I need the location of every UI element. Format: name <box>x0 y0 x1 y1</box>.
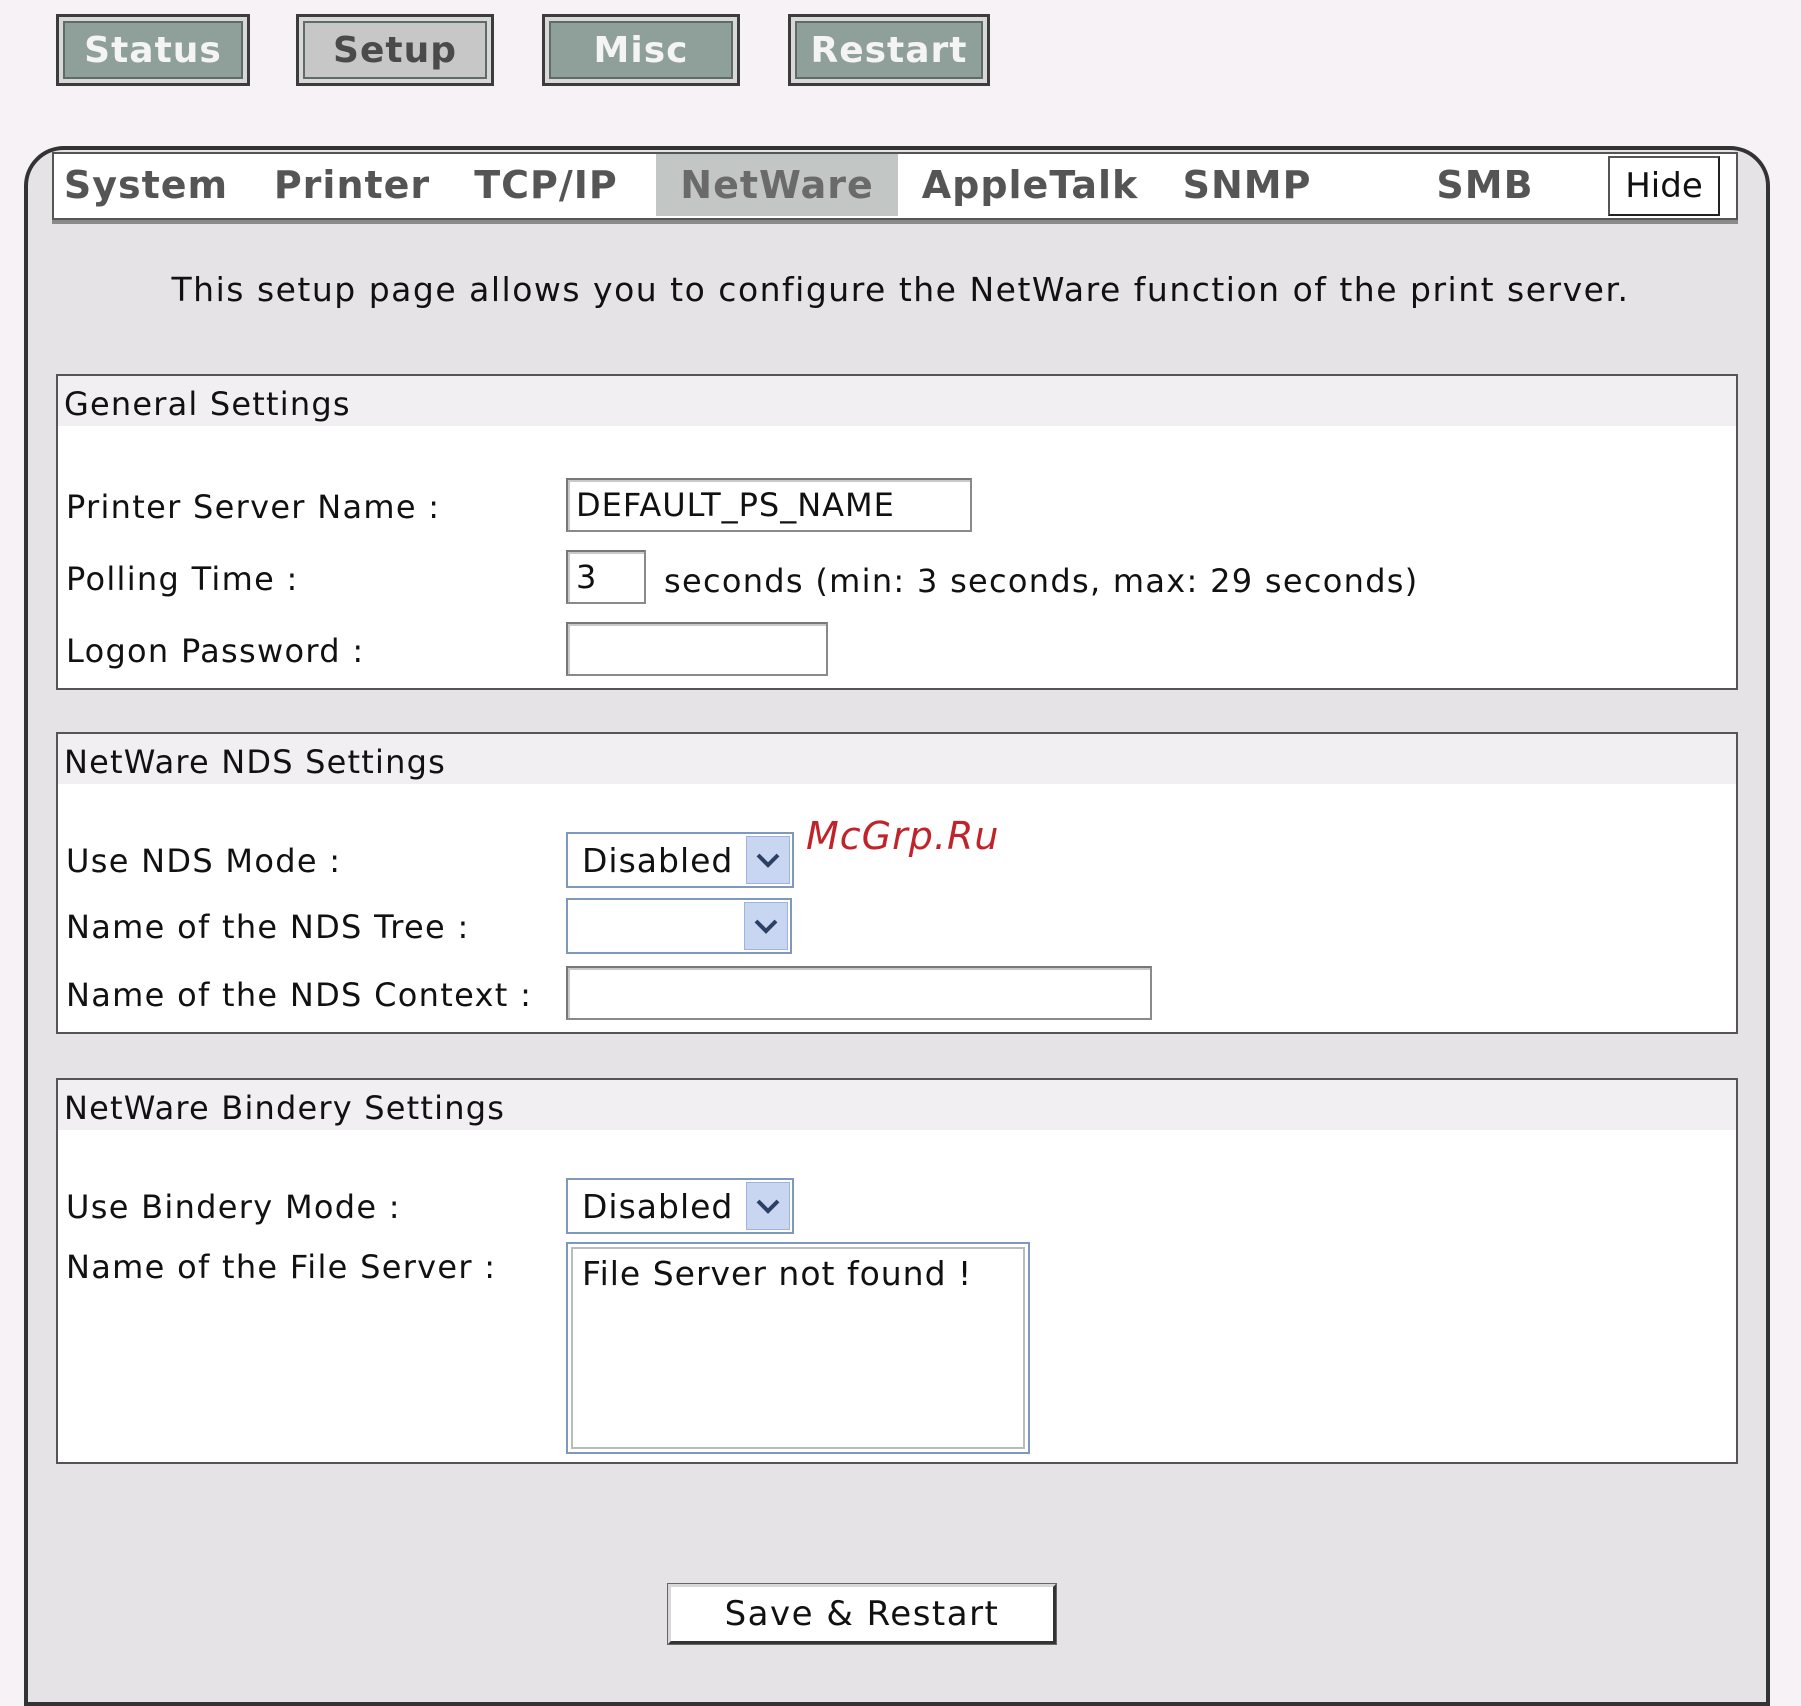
nav-restart-button[interactable]: Restart <box>788 14 990 86</box>
nav-misc-button[interactable]: Misc <box>542 14 740 86</box>
ps-name-input[interactable]: DEFAULT_PS_NAME <box>566 478 972 532</box>
tab-netware[interactable]: NetWare <box>656 154 898 216</box>
nds-tree-select[interactable] <box>566 898 792 954</box>
bindery-mode-value: Disabled <box>582 1186 734 1226</box>
tab-appletalk[interactable]: AppleTalk <box>922 154 1138 216</box>
tab-tcpip[interactable]: TCP/IP <box>466 154 626 216</box>
save-restart-button[interactable]: Save & Restart <box>667 1583 1057 1645</box>
chevron-down-icon[interactable] <box>744 902 788 950</box>
file-server-label: Name of the File Server : <box>66 1248 497 1286</box>
hide-button[interactable]: Hide <box>1608 156 1720 216</box>
nds-context-input[interactable] <box>566 966 1152 1020</box>
bindery-settings-legend: NetWare Bindery Settings <box>58 1080 1736 1130</box>
ps-name-label: Printer Server Name : <box>66 488 441 526</box>
bindery-mode-label: Use Bindery Mode : <box>66 1188 401 1226</box>
polling-time-hint: seconds (min: 3 seconds, max: 29 seconds… <box>664 562 1419 600</box>
logon-password-label: Logon Password : <box>66 632 365 670</box>
tab-printer[interactable]: Printer <box>274 154 429 216</box>
nav-status-button[interactable]: Status <box>56 14 250 86</box>
tab-snmp[interactable]: SNMP <box>1172 154 1322 216</box>
nav-setup-button[interactable]: Setup <box>296 14 494 86</box>
nds-settings-legend: NetWare NDS Settings <box>58 734 1736 784</box>
nds-tree-label: Name of the NDS Tree : <box>66 908 470 946</box>
nav-status-label: Status <box>63 21 243 79</box>
chevron-down-icon[interactable] <box>746 836 790 884</box>
setup-tab-bar: System Printer TCP/IP NetWare AppleTalk … <box>52 152 1738 220</box>
nav-misc-label: Misc <box>549 21 733 79</box>
nds-mode-label: Use NDS Mode : <box>66 842 342 880</box>
watermark-text: McGrp.Ru <box>806 814 1000 858</box>
tab-smb[interactable]: SMB <box>1430 154 1540 216</box>
page-description: This setup page allows you to configure … <box>171 270 1630 309</box>
logon-password-input[interactable] <box>566 622 828 676</box>
nav-restart-label: Restart <box>795 21 983 79</box>
polling-time-label: Polling Time : <box>66 560 299 598</box>
general-settings-legend: General Settings <box>58 376 1736 426</box>
nds-mode-select[interactable]: Disabled <box>566 832 794 888</box>
bindery-mode-select[interactable]: Disabled <box>566 1178 794 1234</box>
nds-context-label: Name of the NDS Context : <box>66 976 533 1014</box>
chevron-down-icon[interactable] <box>746 1182 790 1230</box>
nds-mode-value: Disabled <box>582 840 734 880</box>
file-server-list[interactable]: File Server not found ! <box>566 1242 1030 1454</box>
nav-setup-label: Setup <box>303 21 487 79</box>
tab-system[interactable]: System <box>64 154 227 216</box>
polling-time-input[interactable]: 3 <box>566 550 646 604</box>
